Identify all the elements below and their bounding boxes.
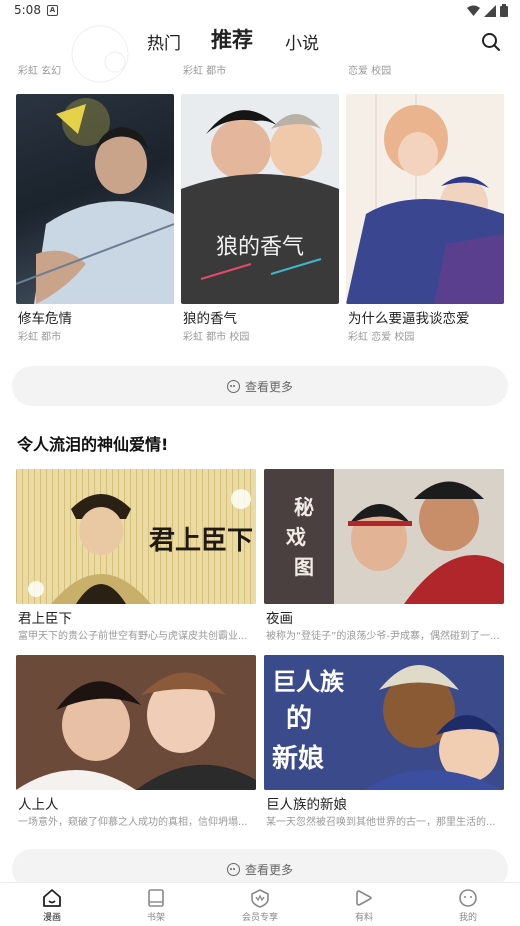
previous-row: 彩虹 玄幻 彩虹 都市 恋爱 校园: [0, 62, 520, 77]
svg-text:新娘: 新娘: [272, 743, 324, 773]
card-tags: 彩虹 玄幻: [18, 66, 62, 77]
card-tags: 彩虹 都市: [18, 332, 62, 343]
bottom-nav-label: 漫画: [42, 913, 61, 923]
profile-icon: [459, 889, 477, 907]
bottom-nav: 漫画 书架 会员专享 有料 我的: [0, 882, 520, 926]
svg-text:秘: 秘: [294, 495, 314, 519]
card-title[interactable]: 君上臣下: [18, 607, 72, 627]
comic-cover[interactable]: 巨人族 的 新娘: [264, 655, 504, 790]
comic-card[interactable]: 修车危情 彩虹 都市: [16, 94, 174, 344]
battery-icon: [500, 4, 508, 17]
card-description: 一场意外，窥破了仰慕之人成功的真相，信仰坍塌...: [18, 817, 248, 828]
cover-art: 巨人族 的 新娘: [264, 655, 504, 790]
bottom-nav-label: 会员专享: [241, 913, 278, 923]
more-dots-icon: [226, 862, 240, 876]
cover-art: 秘 戏 图: [264, 469, 504, 604]
tab-hot[interactable]: 热门: [147, 29, 181, 54]
card-description: 富甲天下的贵公子前世空有野心与虎谋皮共创霸业...: [18, 631, 248, 642]
cover-art: 君上臣下: [16, 469, 256, 604]
svg-text:狼的香气: 狼的香气: [216, 234, 304, 259]
card-title[interactable]: 修车危情: [18, 307, 72, 327]
comic-card[interactable]: 人上人 一场意外，窥破了仰慕之人成功的真相，信仰坍塌...: [16, 655, 256, 830]
search-icon[interactable]: [480, 31, 502, 53]
decoration-swirl-icon: [71, 25, 162, 83]
bottom-nav-vip[interactable]: 会员专享: [230, 888, 290, 923]
view-more-label: 查看更多: [244, 862, 293, 877]
svg-text:的: 的: [286, 703, 312, 733]
view-more-label: 查看更多: [244, 379, 293, 394]
bottom-nav-label: 有料: [354, 913, 373, 923]
bottom-nav-comics[interactable]: 漫画: [22, 888, 82, 923]
play-icon: [356, 890, 372, 906]
card-title[interactable]: 为什么要逼我谈恋爱: [348, 307, 470, 327]
card-tags: 恋爱 校园: [348, 66, 392, 77]
tab-recommend[interactable]: 推荐: [211, 24, 253, 54]
section-title: 令人流泪的神仙爱情!: [17, 435, 169, 454]
cover-art: [346, 94, 504, 304]
top-nav: 热门 推荐 小说: [0, 24, 520, 83]
bottom-nav-feed[interactable]: 有料: [334, 888, 394, 923]
comic-card[interactable]: 秘 戏 图 夜画 被称为“登徒子”的浪荡少爷-尹成寨，偶然碰到了一...: [264, 469, 504, 644]
wifi-icon: [467, 5, 480, 16]
comic-cover[interactable]: [346, 94, 504, 304]
cover-art: 狼的香气: [181, 110, 339, 304]
signal-icon: [484, 4, 496, 17]
card-title[interactable]: 夜画: [266, 607, 293, 627]
card-title[interactable]: 人上人: [18, 793, 59, 813]
comic-card[interactable]: 为什么要逼我谈恋爱 彩虹 恋爱 校园: [346, 94, 504, 344]
comic-cover[interactable]: 狼的香气: [181, 94, 339, 304]
comic-cover[interactable]: [16, 655, 256, 790]
bottom-nav-bookshelf[interactable]: 书架: [126, 888, 186, 923]
notification-icon: A: [47, 5, 58, 16]
card-description: 被称为“登徒子”的浪荡少爷-尹成寨，偶然碰到了一...: [266, 631, 500, 642]
card-title[interactable]: 狼的香气: [183, 307, 237, 327]
svg-text:图: 图: [294, 556, 314, 579]
card-tags: 彩虹 都市 校园: [183, 332, 250, 343]
svg-text:戏: 戏: [285, 526, 306, 549]
more-dots-icon: [226, 379, 240, 393]
card-tags: 彩虹 都市: [183, 66, 227, 77]
comic-card[interactable]: 狼的香气 狼的香气 彩虹 都市 校园: [181, 94, 339, 344]
card-title[interactable]: 巨人族的新娘: [266, 793, 347, 813]
svg-text:巨人族: 巨人族: [272, 668, 345, 696]
cover-art: [16, 98, 174, 304]
bookshelf-icon: [148, 889, 164, 907]
comic-cover[interactable]: [16, 94, 174, 304]
svg-text:君上臣下: 君上臣下: [149, 526, 253, 555]
comic-card[interactable]: 巨人族 的 新娘 巨人族的新娘 某一天忽然被召唤到其他世界的古一，那里生活的..…: [264, 655, 504, 830]
bottom-nav-label: 书架: [146, 913, 165, 923]
status-time: 5:08: [14, 3, 41, 17]
comic-cover[interactable]: 秘 戏 图: [264, 469, 504, 604]
cover-art: [16, 655, 256, 790]
card-tags: 彩虹 恋爱 校园: [348, 332, 415, 343]
view-more-button[interactable]: 查看更多: [12, 366, 508, 406]
bottom-nav-label: 我的: [458, 913, 477, 923]
vip-icon: [251, 889, 269, 908]
status-icons: [467, 4, 508, 17]
bottom-nav-profile[interactable]: 我的: [438, 888, 498, 923]
comic-card[interactable]: 君上臣下 君上臣下 富甲天下的贵公子前世空有野心与虎谋皮共创霸业...: [16, 469, 256, 644]
tab-novel[interactable]: 小说: [285, 29, 319, 54]
card-description: 某一天忽然被召唤到其他世界的古一，那里生活的...: [266, 817, 496, 828]
comic-cover[interactable]: 君上臣下: [16, 469, 256, 604]
home-icon: [43, 889, 61, 907]
